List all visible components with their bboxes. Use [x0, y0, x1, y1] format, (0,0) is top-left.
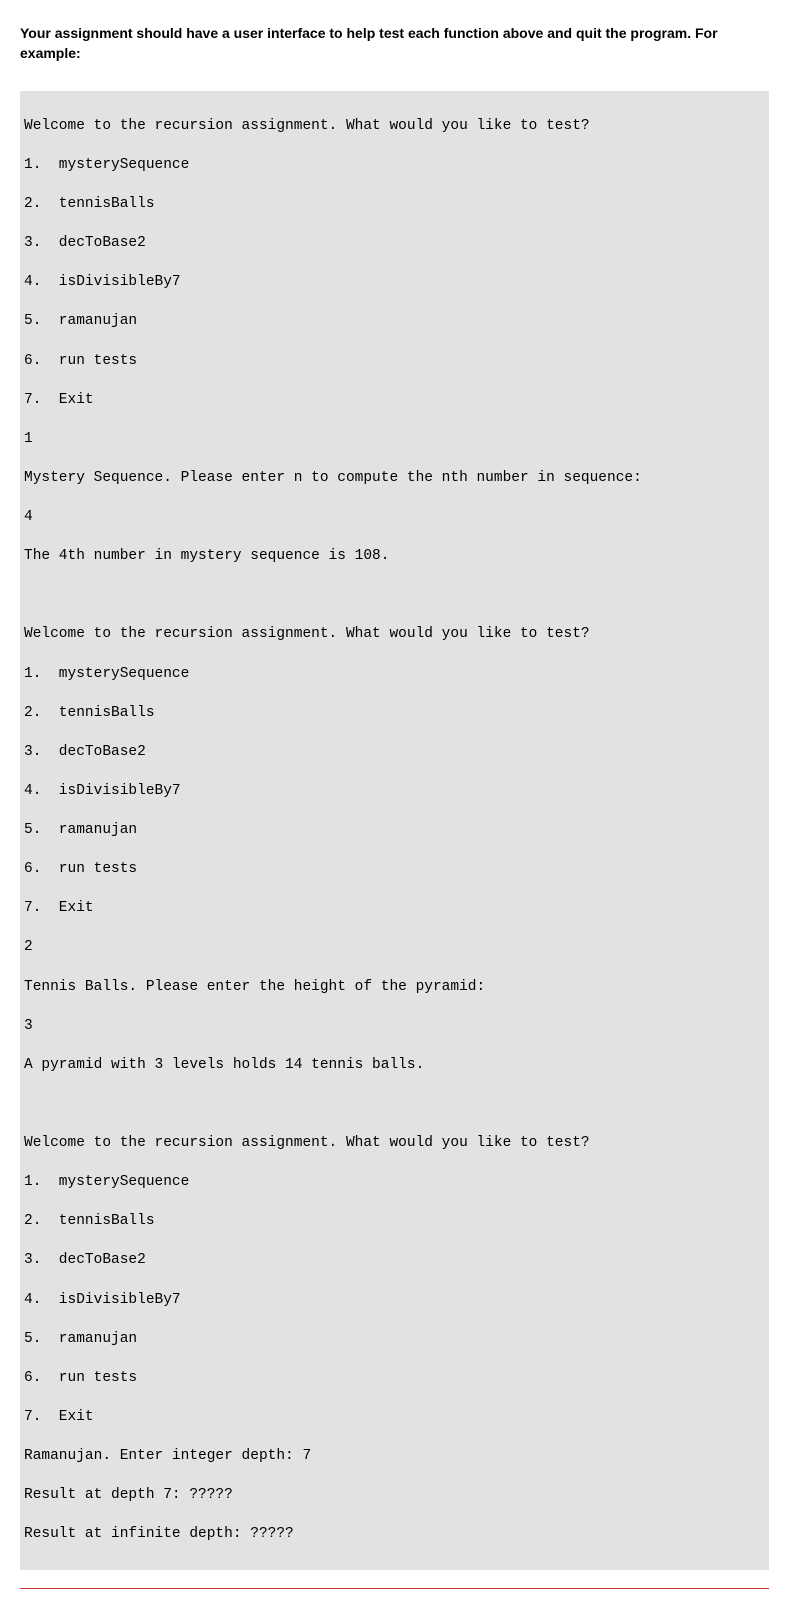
menu-item: 7. Exit: [24, 391, 765, 411]
result-line: A pyramid with 3 levels holds 14 tennis …: [24, 1056, 765, 1076]
menu-prompt: Welcome to the recursion assignment. Wha…: [24, 1134, 765, 1154]
menu-item: 1. mysterySequence: [24, 665, 765, 685]
user-input: 4: [24, 508, 765, 528]
user-input: 3: [24, 1017, 765, 1037]
user-input: 2: [24, 938, 765, 958]
menu-item: 6. run tests: [24, 860, 765, 880]
function-prompt: Mystery Sequence. Please enter n to comp…: [24, 469, 765, 489]
menu-item: 2. tennisBalls: [24, 704, 765, 724]
menu-item: 4. isDivisibleBy7: [24, 1291, 765, 1311]
menu-item: 5. ramanujan: [24, 1330, 765, 1350]
menu-item: 6. run tests: [24, 352, 765, 372]
console-output: Welcome to the recursion assignment. Wha…: [20, 91, 769, 1570]
menu-item: 4. isDivisibleBy7: [24, 273, 765, 293]
blank-line: [24, 586, 765, 606]
menu-item: 2. tennisBalls: [24, 1212, 765, 1232]
menu-item: 1. mysterySequence: [24, 156, 765, 176]
menu-item: 2. tennisBalls: [24, 195, 765, 215]
function-prompt: Tennis Balls. Please enter the height of…: [24, 978, 765, 998]
menu-item: 6. run tests: [24, 1369, 765, 1389]
menu-item: 1. mysterySequence: [24, 1173, 765, 1193]
menu-item: 3. decToBase2: [24, 1251, 765, 1271]
menu-item: 4. isDivisibleBy7: [24, 782, 765, 802]
result-line: Result at depth 7: ?????: [24, 1486, 765, 1506]
menu-item: 7. Exit: [24, 899, 765, 919]
result-line: Result at infinite depth: ?????: [24, 1525, 765, 1545]
menu-item: 5. ramanujan: [24, 821, 765, 841]
section-divider: [20, 1588, 769, 1589]
result-line: The 4th number in mystery sequence is 10…: [24, 547, 765, 567]
menu-prompt: Welcome to the recursion assignment. Wha…: [24, 625, 765, 645]
assignment-instruction: Your assignment should have a user inter…: [20, 24, 769, 63]
function-prompt: Ramanujan. Enter integer depth: 7: [24, 1447, 765, 1467]
blank-line: [24, 1095, 765, 1115]
user-input: 1: [24, 430, 765, 450]
menu-item: 7. Exit: [24, 1408, 765, 1428]
menu-item: 5. ramanujan: [24, 312, 765, 332]
menu-item: 3. decToBase2: [24, 743, 765, 763]
menu-item: 3. decToBase2: [24, 234, 765, 254]
menu-prompt: Welcome to the recursion assignment. Wha…: [24, 117, 765, 137]
